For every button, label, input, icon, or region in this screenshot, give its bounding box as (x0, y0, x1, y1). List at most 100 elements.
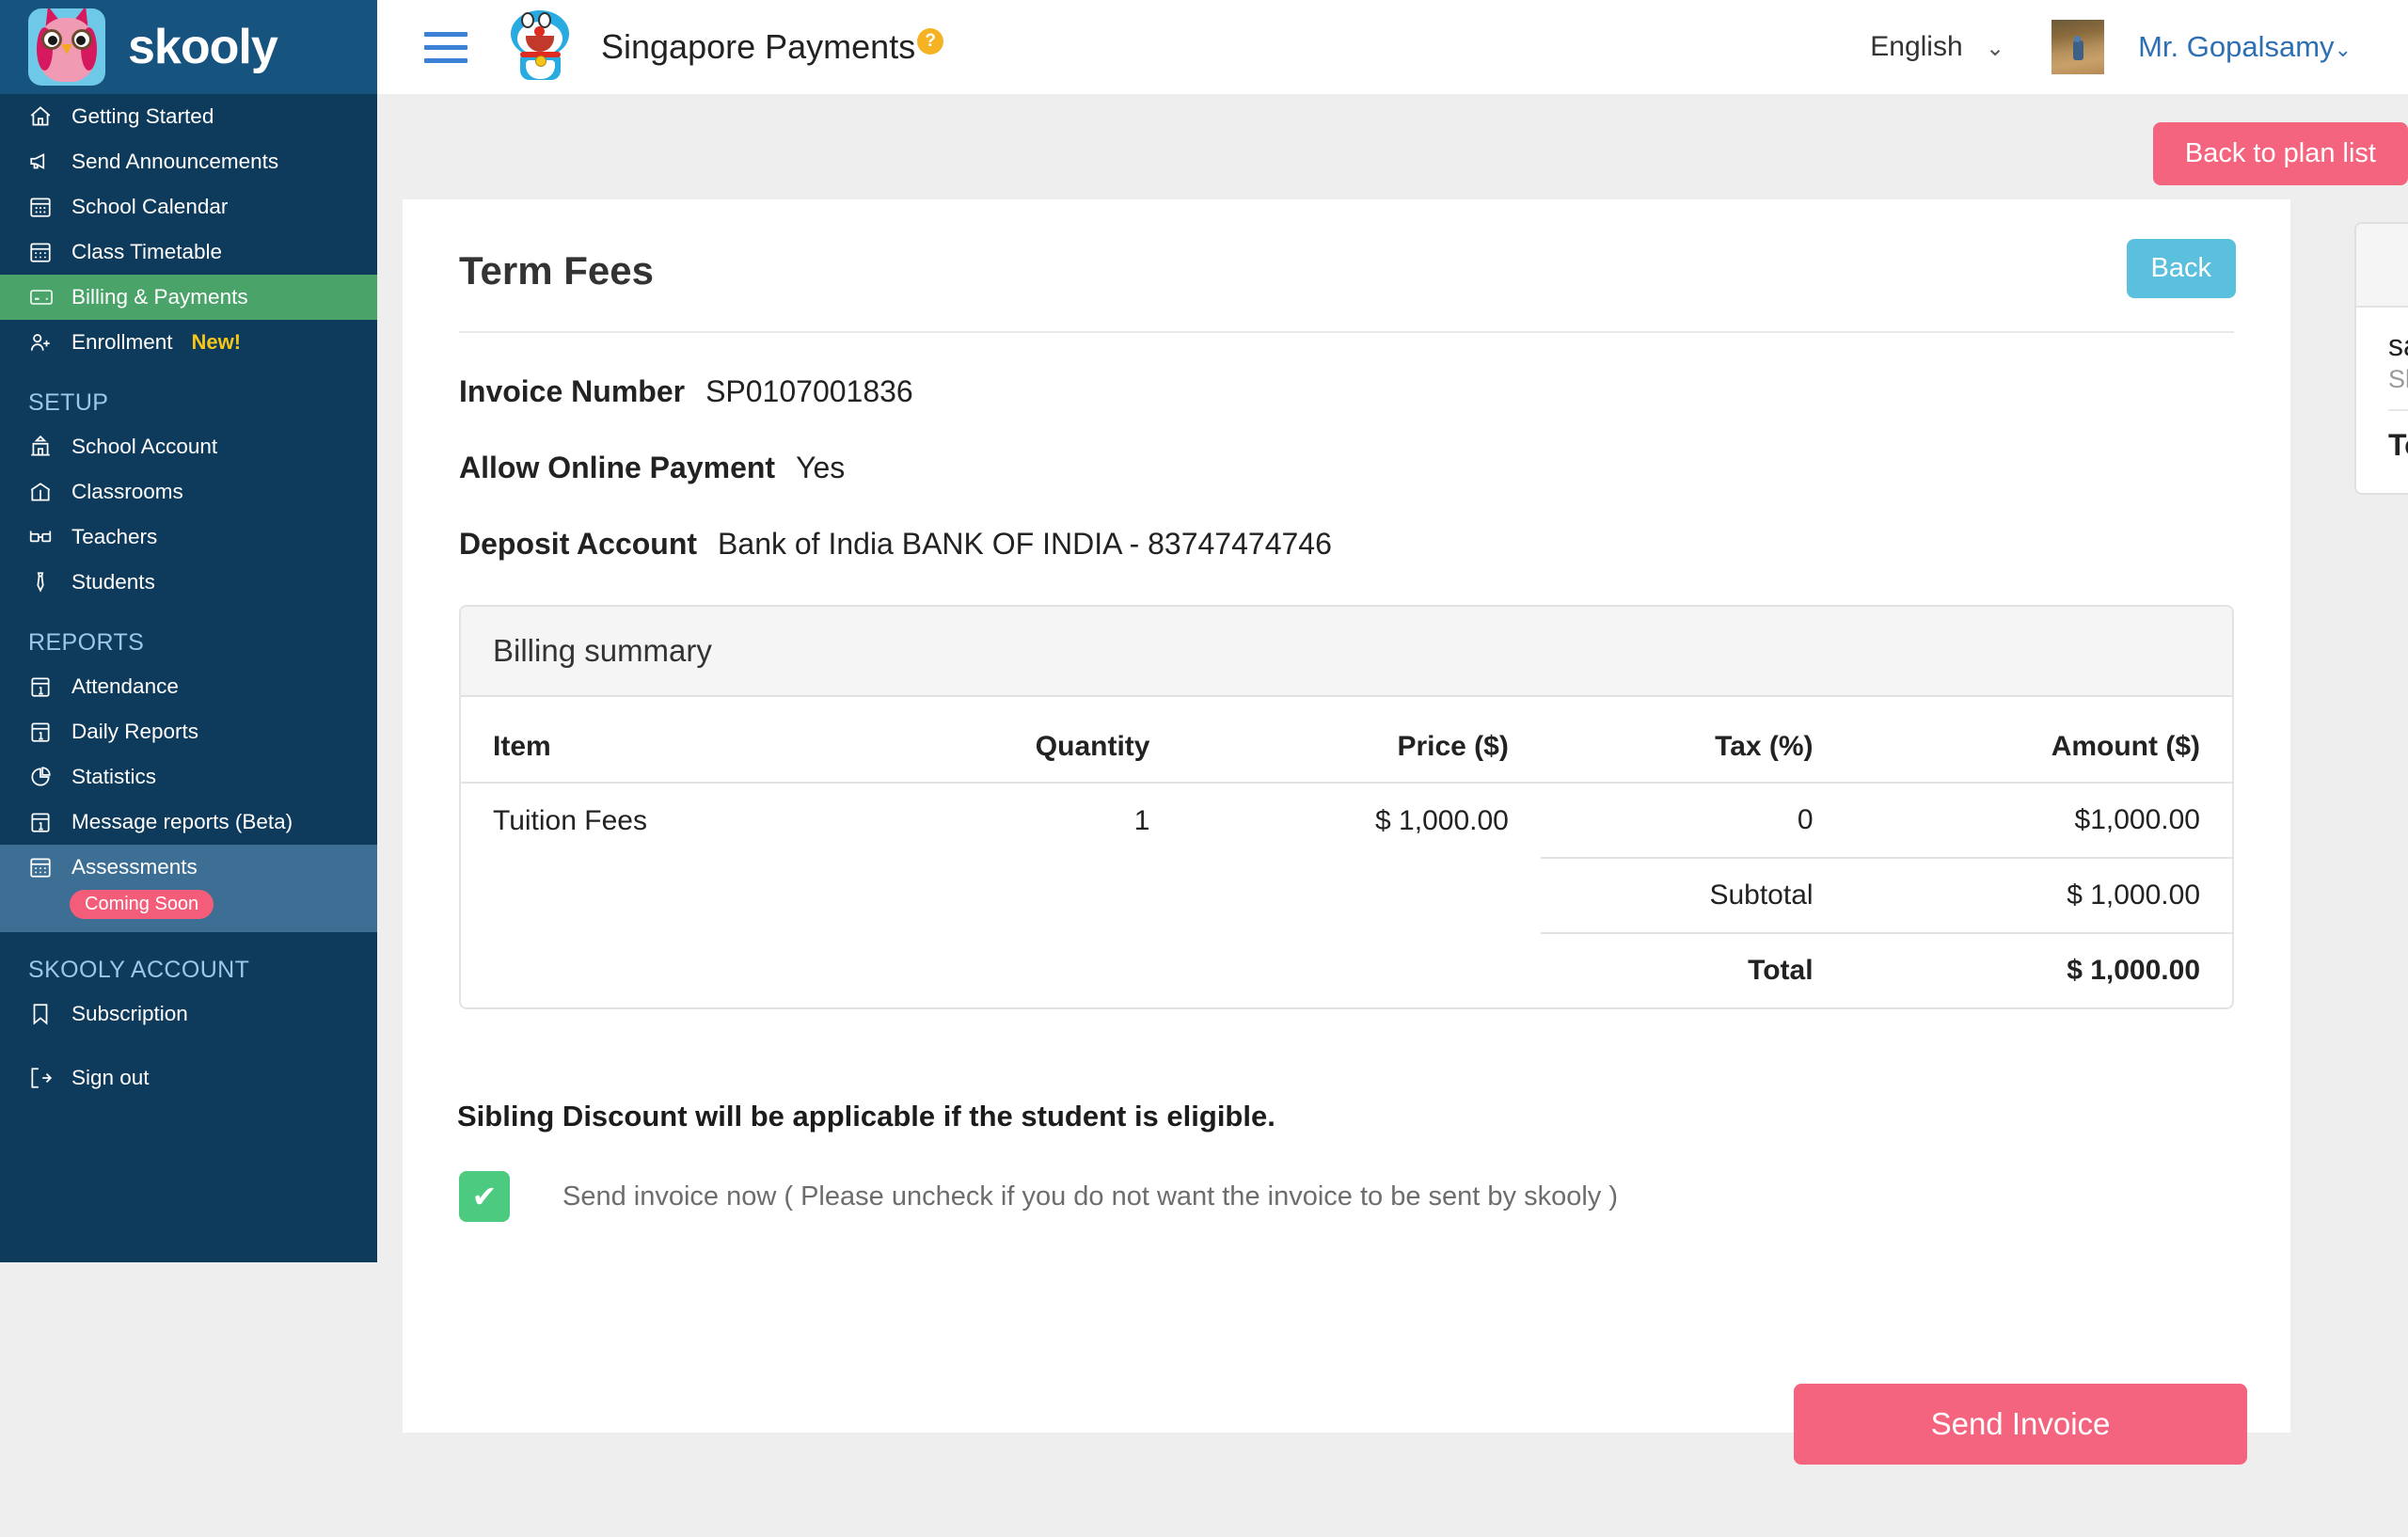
school-name-text: Singapore Payments (601, 27, 916, 66)
summary-student-name: sairam (2388, 328, 2408, 362)
coming-soon-badge: Coming Soon (70, 890, 214, 919)
glasses-icon (28, 525, 64, 549)
table-header-row: Item Quantity Price ($) Tax (%) Amount (… (461, 697, 2232, 783)
bookmark-icon (28, 1002, 64, 1026)
school-name: Singapore Payments? (601, 27, 944, 67)
sidebar-item-label: Daily Reports (71, 720, 199, 743)
page-body: Back to plan list Term Fees Back Invoice… (377, 94, 2408, 1537)
detail-value: Yes (796, 451, 846, 484)
total-label: Total (1540, 932, 1846, 1007)
tie-icon (28, 570, 64, 594)
send-invoice-now-checkbox[interactable]: ✔ (459, 1171, 510, 1222)
sidebar-item-label: Sign out (71, 1066, 150, 1089)
user-add-icon (28, 330, 64, 355)
sidebar-item-teachers[interactable]: Teachers (0, 515, 377, 560)
header-right-group: English ⌄ Mr. Gopalsamy⌄ (1870, 20, 2408, 74)
help-question-badge[interactable]: ? (917, 28, 944, 55)
sidebar-item-send-announcements[interactable]: Send Announcements (0, 139, 377, 184)
summary-card-title: Term Fees (2356, 224, 2408, 308)
language-label: English (1870, 31, 1963, 62)
subtotal-label: Subtotal (1540, 857, 1846, 933)
back-to-plan-list-button[interactable]: Back to plan list (2152, 122, 2408, 185)
cell-tax: 0 (1540, 782, 1846, 858)
sidebar-item-label: School Calendar (71, 195, 229, 218)
chevron-down-icon: ⌄ (2334, 38, 2352, 61)
user-menu[interactable]: Mr. Gopalsamy⌄ (2138, 30, 2352, 64)
sidebar-item-label: Billing & Payments (71, 285, 248, 309)
billing-summary-box: Billing summary Item Quantity Price ($) … (459, 605, 2234, 1009)
main-content-card: Term Fees Back Invoice Number SP01070018… (403, 199, 2290, 1433)
summary-student-line: sairam Skooly $ 1,000.00 (2388, 328, 2408, 394)
owl-logo-icon (28, 8, 105, 86)
sidebar-item-label: Statistics (71, 765, 157, 788)
sidebar-item-label: Class Timetable (71, 240, 223, 263)
column-header-price: Price ($) (1397, 731, 1509, 762)
send-invoice-button[interactable]: Send Invoice (1794, 1384, 2247, 1465)
table-row: Tuition Fees 1 $ 1,000.00 0 $1,000.00 (461, 782, 2232, 858)
detail-row-invoice-number: Invoice Number SP0107001836 (403, 374, 2290, 409)
billing-summary-title: Billing summary (461, 607, 2232, 697)
sidebar-item-daily-reports[interactable]: Daily Reports (0, 709, 377, 754)
brand-header[interactable]: skooly (0, 0, 377, 94)
summary-total-line: Total $ 1,000.00 (2388, 428, 2408, 463)
calendar-day-icon (28, 720, 64, 744)
summary-total-label: Total (2388, 427, 2408, 462)
sidebar-item-class-timetable[interactable]: Class Timetable (0, 230, 377, 275)
sidebar-item-enrollment[interactable]: Enrollment New! (0, 320, 377, 365)
sidebar-item-assessments[interactable]: Assessments (0, 845, 377, 890)
sidebar-badge-new: New! (191, 330, 242, 354)
user-avatar-image[interactable] (2052, 20, 2105, 74)
send-invoice-now-label: Send invoice now ( Please uncheck if you… (562, 1180, 1618, 1212)
sidebar-item-sign-out[interactable]: Sign out (0, 1055, 377, 1101)
user-name-label: Mr. Gopalsamy (2138, 30, 2335, 63)
sign-out-icon (28, 1066, 64, 1090)
sidebar-item-school-calendar[interactable]: School Calendar (0, 184, 377, 230)
column-header-item: Item (493, 731, 551, 762)
column-header-amount: Amount ($) (2051, 731, 2200, 762)
detail-row-deposit-account: Deposit Account Bank of India BANK OF IN… (403, 527, 2290, 562)
calendar-day-icon (28, 674, 64, 699)
home-icon (28, 104, 64, 129)
sidebar-item-attendance[interactable]: Attendance (0, 664, 377, 709)
language-selector[interactable]: English ⌄ (1870, 31, 2004, 63)
calendar-day-icon (28, 810, 64, 834)
detail-label: Deposit Account (459, 527, 698, 561)
sidebar-item-students[interactable]: Students (0, 560, 377, 605)
subtotal-value: $ 1,000.00 (1845, 857, 2232, 933)
sidebar-item-label: Message reports (Beta) (71, 810, 293, 833)
billing-summary-table: Item Quantity Price ($) Tax (%) Amount (… (461, 697, 2232, 1007)
brand-name: skooly (128, 20, 278, 74)
sidebar-item-label: School Account (71, 435, 218, 458)
sidebar-item-billing-payments[interactable]: Billing & Payments (0, 275, 377, 320)
sidebar-item-getting-started[interactable]: Getting Started (0, 94, 377, 139)
summary-student-sub: Skooly (2388, 364, 2408, 393)
sidebar-item-school-account[interactable]: School Account (0, 424, 377, 469)
chevron-down-icon: ⌄ (1986, 36, 2005, 61)
calendar-icon (28, 195, 64, 219)
pie-chart-icon (28, 765, 64, 789)
calendar-grid-icon (28, 855, 64, 879)
header-divider (459, 331, 2234, 333)
sidebar-item-statistics[interactable]: Statistics (0, 754, 377, 800)
column-header-quantity: Quantity (1035, 731, 1150, 762)
column-header-tax: Tax (%) (1715, 731, 1814, 762)
sidebar-item-label: Teachers (71, 525, 158, 548)
school-icon (28, 435, 64, 459)
back-button[interactable]: Back (2126, 239, 2236, 298)
sidebar-item-message-reports[interactable]: Message reports (Beta) (0, 800, 377, 845)
sidebar-item-label: Assessments (71, 855, 198, 879)
megaphone-icon (28, 150, 64, 174)
detail-value: SP0107001836 (705, 374, 913, 408)
page-title: Term Fees (459, 248, 654, 293)
total-value: $ 1,000.00 (1845, 932, 2232, 1007)
detail-row-allow-online-payment: Allow Online Payment Yes (403, 451, 2290, 485)
sibling-discount-note: Sibling Discount will be applicable if t… (457, 1100, 1275, 1133)
sidebar-item-subscription[interactable]: Subscription (0, 991, 377, 1037)
top-header: Singapore Payments? English ⌄ Mr. Gopals… (377, 0, 2408, 94)
hamburger-icon[interactable] (424, 31, 467, 63)
sidebar-item-classrooms[interactable]: Classrooms (0, 469, 377, 515)
sidebar-item-label: Classrooms (71, 480, 183, 503)
send-invoice-now-row: ✔ Send invoice now ( Please uncheck if y… (459, 1171, 2290, 1222)
sidebar-section-reports: REPORTS (28, 629, 145, 656)
sidebar-item-label: Getting Started (71, 104, 214, 128)
